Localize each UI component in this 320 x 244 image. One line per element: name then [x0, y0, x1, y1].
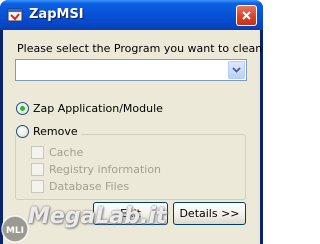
database-option[interactable]: Database Files: [31, 180, 129, 193]
cache-option[interactable]: Cache: [31, 146, 83, 159]
zap-radio[interactable]: [16, 102, 29, 115]
title-bar[interactable]: ZapMSI: [0, 0, 263, 30]
zap-option[interactable]: Zap Application/Module: [16, 102, 163, 115]
exit-button[interactable]: Exit: [93, 202, 168, 225]
remove-option-label: Remove: [33, 125, 78, 138]
exit-button-label: Exit: [120, 207, 141, 220]
registry-label: Registry information: [49, 163, 162, 176]
cache-label: Cache: [49, 146, 84, 159]
zapmsi-app-icon: [7, 8, 23, 22]
remove-radio[interactable]: [16, 125, 29, 138]
database-label: Database Files: [49, 180, 130, 193]
window-title: ZapMSI: [29, 7, 84, 22]
select-program-prompt: Please select the Program you want to cl…: [17, 42, 263, 55]
dialog-body: Please select the Program you want to cl…: [3, 30, 263, 244]
program-select[interactable]: [15, 59, 247, 81]
registry-option[interactable]: Registry information: [31, 163, 161, 176]
registry-checkbox[interactable]: [31, 163, 44, 176]
close-icon: [242, 11, 251, 20]
zapmsi-window: ZapMSI Please select the Program you wan…: [0, 0, 263, 244]
remove-option[interactable]: Remove: [16, 125, 81, 138]
chevron-down-icon: [232, 67, 241, 73]
close-button[interactable]: [236, 5, 257, 26]
details-button[interactable]: Details >>: [173, 202, 246, 225]
program-select-dropdown-button[interactable]: [228, 61, 245, 79]
cache-checkbox[interactable]: [31, 146, 44, 159]
database-checkbox[interactable]: [31, 180, 44, 193]
zap-option-label: Zap Application/Module: [33, 102, 163, 115]
details-button-label: Details >>: [179, 207, 240, 220]
